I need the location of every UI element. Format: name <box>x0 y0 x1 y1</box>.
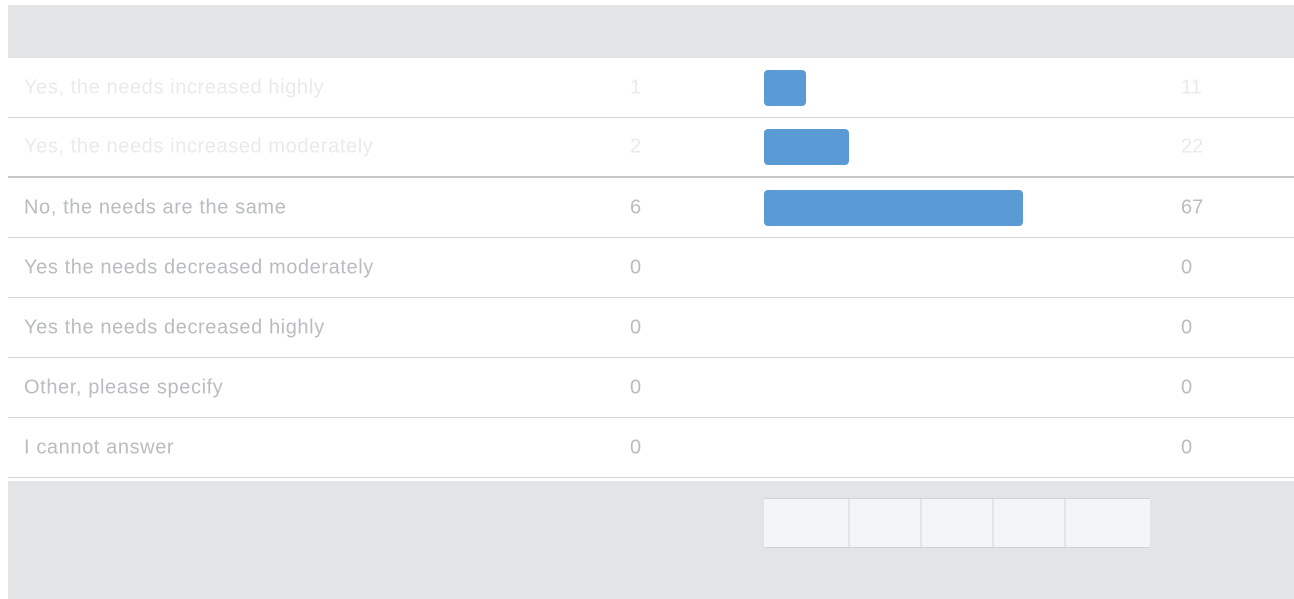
answer-bar <box>764 129 849 165</box>
answer-count: 0 <box>630 256 642 278</box>
answer-label: Yes the needs decreased moderately <box>24 256 374 278</box>
answer-label: I cannot answer <box>24 436 175 458</box>
answer-count: 6 <box>630 196 642 218</box>
answer-percent: 0 <box>1181 436 1193 458</box>
results-table: Yes, the needs increased highly 1 11 Yes… <box>8 58 1294 478</box>
table-footer <box>8 481 1294 599</box>
table-row: Other, please specify 0 0 <box>8 358 1294 418</box>
table-header <box>8 5 1294 58</box>
answer-count: 2 <box>630 135 642 158</box>
answer-percent: 0 <box>1181 256 1193 278</box>
answer-percent: 11 <box>1181 76 1202 98</box>
answer-label: No, the needs are the same <box>24 196 287 218</box>
answer-count: 0 <box>630 436 642 458</box>
table-row: No, the needs are the same 6 67 <box>8 178 1294 238</box>
answer-label: Yes, the needs increased moderately <box>24 135 374 158</box>
table-row: I cannot answer 0 0 <box>8 418 1294 478</box>
answer-count: 0 <box>630 316 642 338</box>
answer-percent: 22 <box>1181 135 1204 158</box>
answer-bar <box>764 69 806 106</box>
table-row: Yes the needs decreased moderately 0 0 <box>8 238 1294 298</box>
scale-cell <box>1066 499 1150 547</box>
scale-cell <box>850 499 922 547</box>
scale-cell <box>922 499 994 547</box>
answer-label: Yes, the needs increased highly <box>24 76 325 98</box>
table-row: Yes, the needs increased moderately 2 22 <box>8 118 1294 178</box>
table-row: Yes, the needs increased highly 1 11 <box>8 58 1294 118</box>
answer-percent: 0 <box>1181 316 1193 338</box>
answer-label: Other, please specify <box>24 376 224 398</box>
table-row: Yes the needs decreased highly 0 0 <box>8 298 1294 358</box>
answer-count: 0 <box>630 376 642 398</box>
scale-legend <box>764 498 1150 548</box>
scale-cell <box>764 499 850 547</box>
answer-percent: 67 <box>1181 196 1204 218</box>
answer-bar <box>764 189 1023 226</box>
answer-percent: 0 <box>1181 376 1193 398</box>
scale-cell <box>994 499 1066 547</box>
answer-count: 1 <box>630 76 642 98</box>
answer-label: Yes the needs decreased highly <box>24 316 325 338</box>
